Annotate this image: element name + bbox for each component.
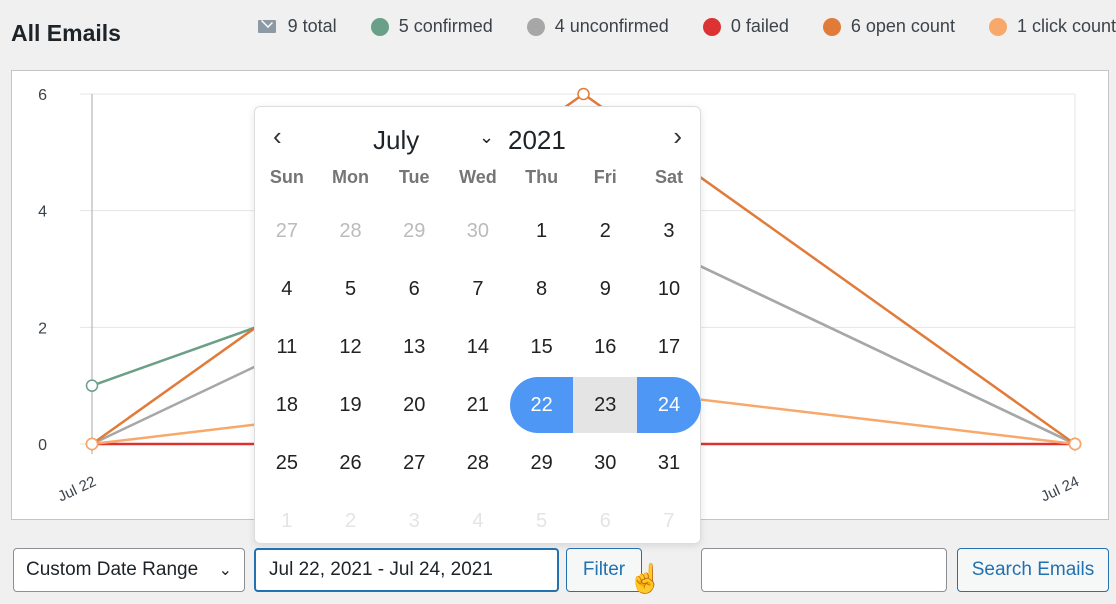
legend-item: 9 total xyxy=(257,16,337,37)
day-cell[interactable]: 20 xyxy=(382,377,446,433)
day-cell[interactable]: 27 xyxy=(255,203,319,259)
day-cell[interactable]: 21 xyxy=(446,377,510,433)
circle-icon xyxy=(988,17,1007,36)
day-cell[interactable]: 6 xyxy=(382,261,446,317)
date-range-select-value: Custom Date Range xyxy=(26,559,199,580)
legend-item: 1 click count xyxy=(988,16,1116,37)
data-point-open xyxy=(577,87,590,101)
legend-label: 0 failed xyxy=(730,16,789,36)
day-cell[interactable]: 26 xyxy=(319,435,383,491)
day-cell[interactable]: 1 xyxy=(510,203,574,259)
circle-icon xyxy=(822,17,841,36)
day-cell[interactable]: 13 xyxy=(382,319,446,375)
envelope-icon xyxy=(257,20,276,33)
day-cell[interactable]: 4 xyxy=(446,493,510,549)
weekday-label: Sun xyxy=(269,167,304,187)
day-cell[interactable]: 9 xyxy=(573,261,637,317)
day-cell[interactable]: 17 xyxy=(637,319,701,375)
y-tick-label: 2 xyxy=(38,320,47,337)
day-cell[interactable]: 12 xyxy=(319,319,383,375)
day-cell[interactable]: 16 xyxy=(573,319,637,375)
day-cell[interactable]: 3 xyxy=(382,493,446,549)
day-cell[interactable]: 1 xyxy=(255,493,319,549)
data-point-click xyxy=(1068,437,1082,451)
weekday-label: Mon xyxy=(332,167,370,187)
day-cell[interactable]: 27 xyxy=(382,435,446,491)
hand-cursor-icon: ☝ xyxy=(628,563,663,594)
day-cell[interactable]: 2 xyxy=(319,493,383,549)
day-cell[interactable]: 8 xyxy=(510,261,574,317)
x-tick-label: Jul 22 xyxy=(55,473,98,505)
legend-label: 5 confirmed xyxy=(398,16,493,36)
circle-icon xyxy=(526,17,545,36)
day-cell[interactable]: 19 xyxy=(319,377,383,433)
day-cell[interactable]: 25 xyxy=(255,435,319,491)
year-input[interactable]: 2021 xyxy=(508,125,566,156)
day-cell[interactable]: 6 xyxy=(573,493,637,549)
day-cell[interactable]: 29 xyxy=(510,435,574,491)
day-cell[interactable]: 28 xyxy=(446,435,510,491)
day-cell[interactable]: 15 xyxy=(510,319,574,375)
day-cell[interactable]: 30 xyxy=(573,435,637,491)
month-select[interactable]: July xyxy=(373,125,419,156)
chevron-down-icon[interactable]: ⌄ xyxy=(479,127,494,148)
legend-label: 4 unconfirmed xyxy=(554,16,669,36)
weekday-label: Sat xyxy=(654,167,683,187)
day-cell[interactable]: 7 xyxy=(446,261,510,317)
weekday-label: Wed xyxy=(459,167,497,187)
day-cell[interactable]: 7 xyxy=(637,493,701,549)
legend-item: 6 open count xyxy=(822,16,955,37)
day-cell[interactable]: 30 xyxy=(446,203,510,259)
legend-label: 6 open count xyxy=(850,16,955,36)
date-range-input[interactable]: Jul 22, 2021 - Jul 24, 2021 xyxy=(254,548,559,592)
day-cell[interactable]: 28 xyxy=(319,203,383,259)
page-title: All Emails xyxy=(11,20,121,46)
y-tick-label: 0 xyxy=(38,437,47,454)
date-picker: ‹ July ⌄ 2021 › Sun Mon Tue Wed Thu Fri Sat 27… xyxy=(254,106,701,544)
search-emails-button[interactable]: Search Emails xyxy=(957,548,1109,592)
day-cell[interactable]: 5 xyxy=(319,261,383,317)
circle-icon xyxy=(370,17,389,36)
chevron-down-icon: ⌄ xyxy=(218,562,232,579)
legend-label: 1 click count xyxy=(1016,16,1116,36)
day-cell[interactable]: 18 xyxy=(255,377,319,433)
data-point-click xyxy=(85,437,99,451)
data-point-confirmed xyxy=(85,379,99,392)
circle-icon xyxy=(702,17,721,36)
day-cell[interactable]: 2 xyxy=(573,203,637,259)
day-cell[interactable]: 4 xyxy=(255,261,319,317)
legend-item: 5 confirmed xyxy=(370,16,493,37)
legend-item: 0 failed xyxy=(702,16,789,37)
weekday-label: Thu xyxy=(525,167,559,187)
legend-label: 9 total xyxy=(287,16,337,36)
x-tick-label: Jul 24 xyxy=(1038,473,1081,505)
day-cell[interactable]: 29 xyxy=(382,203,446,259)
weekday-label: Tue xyxy=(398,167,430,187)
day-cell[interactable]: 10 xyxy=(637,261,701,317)
y-tick-label: 6 xyxy=(38,87,47,104)
day-cell[interactable]: 11 xyxy=(255,319,319,375)
search-input[interactable] xyxy=(701,548,947,592)
weekday-header: Sun Mon Tue Wed Thu Fri Sat xyxy=(255,167,702,188)
day-grid: 27 28 29 30 1 2 3 4 5 6 7 8 9 10 11 12 13 14 15 16 17 18 19 20 2… xyxy=(255,202,701,550)
day-cell[interactable]: 22 xyxy=(509,377,574,433)
y-tick-label: 4 xyxy=(38,204,47,221)
date-range-select[interactable]: Custom Date Range ⌄ xyxy=(13,548,245,592)
prev-month-icon[interactable]: ‹ xyxy=(273,121,282,152)
next-month-icon[interactable]: › xyxy=(673,121,682,152)
day-cell[interactable]: 5 xyxy=(510,493,574,549)
legend-item: 4 unconfirmed xyxy=(526,16,669,37)
day-cell[interactable]: 14 xyxy=(446,319,510,375)
day-cell[interactable]: 24 xyxy=(637,377,701,433)
day-cell[interactable]: 31 xyxy=(637,435,701,491)
weekday-label: Fri xyxy=(593,167,617,187)
day-cell[interactable]: 3 xyxy=(637,203,701,259)
legend: 9 total 5 confirmed 4 unconfirmed 0 failed 6… xyxy=(224,16,1116,37)
day-cell[interactable]: 23 xyxy=(573,377,638,433)
